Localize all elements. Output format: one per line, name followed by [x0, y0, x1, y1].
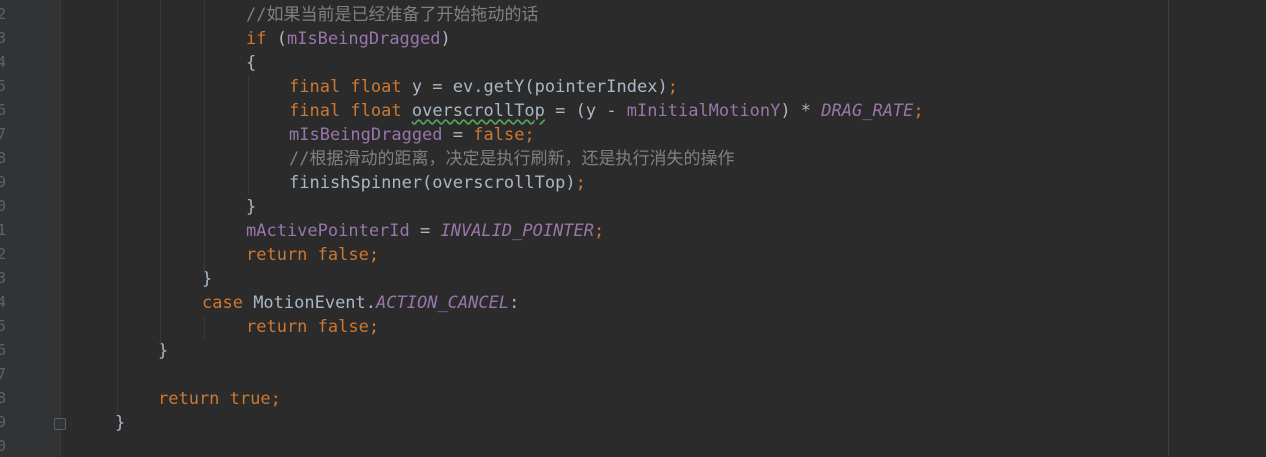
code-token: mInitialMotionY: [626, 101, 781, 121]
line-number: 0: [0, 437, 7, 455]
line-number: 9: [0, 413, 7, 431]
code-token: //根据滑动的距离，决定是执行刷新，还是执行消失的操作: [289, 149, 735, 169]
code-token: MotionEvent.: [242, 293, 377, 313]
code-token: ;: [575, 173, 586, 193]
code-line[interactable]: final float overscrollTop = (y - mInitia…: [289, 99, 924, 123]
code-token: if: [246, 29, 267, 49]
line-number: 6: [0, 101, 7, 119]
code-token: ): [440, 29, 451, 49]
fold-end-icon[interactable]: [54, 418, 66, 430]
line-number: 1: [0, 221, 7, 239]
code-line[interactable]: if (mIsBeingDragged): [246, 27, 451, 51]
line-number: 2: [0, 245, 7, 263]
code-token: ) *: [780, 101, 822, 121]
line-number: 7: [0, 125, 7, 143]
indent-guide: [117, 0, 118, 415]
line-number: 7: [0, 365, 7, 383]
code-token: (: [266, 29, 287, 49]
code-line[interactable]: finishSpinner(overscrollTop);: [289, 171, 586, 195]
code-token: return false;: [246, 317, 380, 337]
line-number: 9: [0, 173, 7, 191]
code-token: final float: [289, 77, 402, 97]
code-line[interactable]: return true;: [158, 387, 281, 411]
right-margin-guide: [1168, 0, 1169, 457]
code-line[interactable]: }: [246, 195, 256, 219]
indent-guide: [160, 0, 161, 345]
indent-guide: [248, 75, 249, 195]
code-token: }: [246, 197, 257, 217]
code-token: ;: [594, 221, 605, 241]
code-token: ;: [667, 77, 678, 97]
code-line[interactable]: return false;: [246, 243, 379, 267]
code-line[interactable]: return false;: [246, 315, 379, 339]
code-token: mIsBeingDragged: [286, 29, 441, 49]
code-token: =: [409, 221, 441, 241]
code-line[interactable]: mActivePointerId = INVALID_POINTER;: [246, 219, 604, 243]
code-token: ;: [913, 101, 924, 121]
code-token: false;: [473, 125, 535, 145]
code-line[interactable]: case MotionEvent.ACTION_CANCEL:: [202, 291, 519, 315]
code-line[interactable]: final float y = ev.getY(pointerIndex);: [289, 75, 678, 99]
code-token: = (y -: [544, 101, 627, 121]
code-token: {: [246, 53, 257, 73]
code-token: DRAG_RATE: [821, 101, 914, 121]
code-token: mIsBeingDragged: [289, 125, 443, 145]
code-line[interactable]: //如果当前是已经准备了开始拖动的话: [246, 3, 538, 27]
code-token: =: [442, 125, 474, 145]
code-token: :: [509, 293, 520, 313]
code-line[interactable]: {: [246, 51, 256, 75]
code-token: y = ev.getY(pointerIndex): [401, 77, 668, 97]
code-token: final float: [289, 101, 402, 121]
line-number: 4: [0, 293, 7, 311]
line-number: 5: [0, 77, 7, 95]
code-token: ACTION_CANCEL: [376, 293, 510, 313]
line-number-gutter[interactable]: 2 3 4 5 6 7 8 9 0 1 2 3 4 5 6 7 8 9 0: [0, 0, 60, 457]
line-number: 3: [0, 29, 7, 47]
code-line[interactable]: mIsBeingDragged = false;: [289, 123, 535, 147]
indent-guide: [204, 315, 205, 340]
code-token: }: [115, 413, 126, 433]
code-token: overscrollTop: [411, 101, 545, 121]
code-token: finishSpinner(overscrollTop): [289, 173, 576, 193]
indent-guide: [204, 0, 205, 275]
gutter-separator: [60, 0, 61, 457]
line-number: 8: [0, 389, 7, 407]
code-token: mActivePointerId: [246, 221, 410, 241]
code-token: INVALID_POINTER: [440, 221, 595, 241]
line-number: 6: [0, 341, 7, 359]
code-token: //如果当前是已经准备了开始拖动的话: [246, 5, 539, 25]
line-number: 8: [0, 149, 7, 167]
code-token: return false;: [246, 245, 380, 265]
line-number: 3: [0, 269, 7, 287]
code-token: case: [202, 293, 243, 313]
code-line[interactable]: //根据滑动的距离，决定是执行刷新，还是执行消失的操作: [289, 147, 734, 171]
line-number: 0: [0, 197, 7, 215]
line-number: 2: [0, 5, 7, 23]
line-number: 5: [0, 317, 7, 335]
code-token: return true;: [158, 389, 281, 409]
line-number: 4: [0, 53, 7, 71]
